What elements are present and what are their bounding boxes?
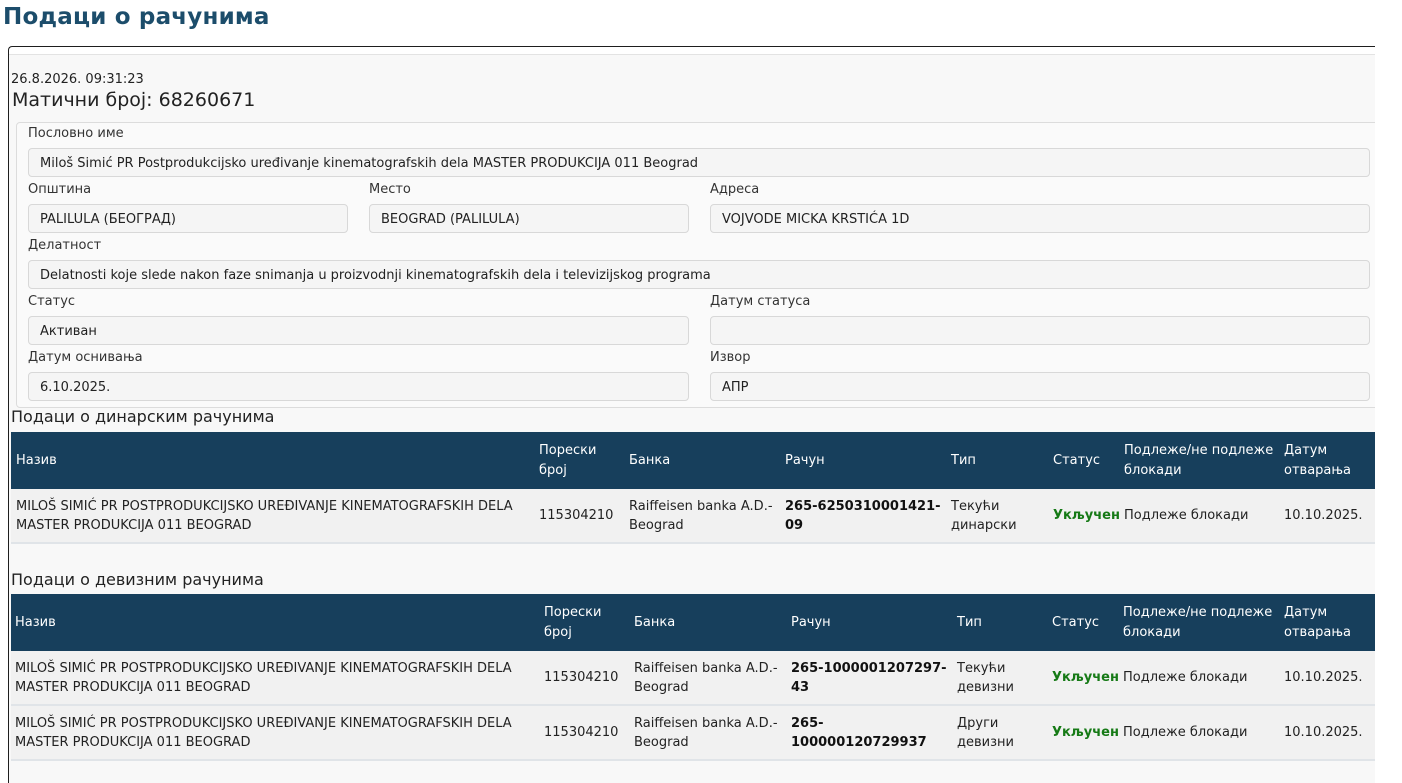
header-tip[interactable]: Тип	[951, 432, 1041, 489]
cell-naziv: MILOŠ SIMIĆ PR POSTPRODUKCIJSKO UREĐIVAN…	[15, 660, 512, 695]
table-row[interactable]: MILOŠ SIMIĆ PR POSTPRODUKCIJSKO UREĐIVAN…	[11, 489, 1375, 544]
company-info-card: Пословно име Miloš Simić PR Postprodukci…	[16, 122, 1375, 408]
opstina-label: Општина	[28, 182, 92, 197]
cell-banka: Raiffeisen banka A.D.-Beograd	[634, 660, 778, 695]
cell-banka: Raiffeisen banka A.D.-Beograd	[634, 715, 778, 750]
datum-osnivanja-label: Датум оснивања	[28, 350, 143, 365]
header-blokada[interactable]: Подлеже/не подлеже блокади	[1124, 432, 1274, 489]
header-status[interactable]: Статус	[1053, 432, 1119, 489]
header-banka[interactable]: Банка	[629, 432, 769, 489]
table-row[interactable]: MILOŠ SIMIĆ PR POSTPRODUKCIJSKO UREĐIVAN…	[11, 706, 1375, 761]
datum-statusa-label: Датум статуса	[710, 294, 811, 309]
cell-blokada: Подлеже блокади	[1123, 725, 1248, 740]
cell-datum-otvaranja: 10.10.2025.	[1284, 508, 1363, 523]
devizni-table: Назив Порески број Банка Рачун Тип Стату…	[11, 594, 1375, 764]
header-poreski-broj[interactable]: Порески број	[539, 432, 619, 489]
cell-poreski-broj: 115304210	[539, 508, 614, 523]
status-label: Статус	[28, 294, 76, 309]
cell-datum-otvaranja: 10.10.2025.	[1284, 725, 1363, 740]
devizni-section-title: Подаци о девизним рачунима	[11, 570, 264, 589]
mesto-field[interactable]: BEOGRAD (PALILULA)	[369, 204, 689, 233]
header-blokada[interactable]: Подлеже/не подлеже блокади	[1123, 594, 1273, 651]
header-datum-otvaranja[interactable]: Датум отварања	[1284, 594, 1364, 651]
adresa-field[interactable]: VOJVODE MICKA KRSTIĆA 1D	[710, 204, 1370, 233]
devizni-table-header: Назив Порески број Банка Рачун Тип Стату…	[11, 594, 1375, 651]
opstina-field[interactable]: PALILULA (БЕОГРАД)	[28, 204, 348, 233]
maticni-broj-label: Матични број:	[12, 89, 153, 111]
account-data-panel: 26.8.2026. 09:31:23 Матични број: 682606…	[8, 46, 1375, 783]
header-naziv[interactable]: Назив	[15, 594, 525, 651]
cell-racun[interactable]: 265-6250310001421-09	[785, 489, 951, 542]
cell-banka: Raiffeisen banka A.D.-Beograd	[629, 498, 773, 533]
poslovno-ime-label: Пословно име	[28, 126, 124, 141]
status-field[interactable]: Активан	[28, 316, 689, 345]
cell-racun[interactable]: 265-100000120729937	[791, 706, 957, 759]
cell-poreski-broj: 115304210	[544, 670, 619, 685]
page-title: Подаци о рачунима	[3, 4, 270, 30]
table-row[interactable]: MILOŠ SIMIĆ PR POSTPRODUKCIJSKO UREĐIVAN…	[11, 651, 1375, 706]
dinarski-table-header: Назив Порески број Банка Рачун Тип Стату…	[11, 432, 1375, 489]
cell-naziv: MILOŠ SIMIĆ PR POSTPRODUKCIJSKO UREĐIVAN…	[16, 498, 513, 533]
dinarski-section-title: Подаци о динарским рачунима	[11, 407, 275, 426]
mesto-label: Место	[369, 182, 411, 197]
header-datum-otvaranja[interactable]: Датум отварања	[1284, 432, 1364, 489]
maticni-broj: Матични број: 68260671	[12, 89, 255, 111]
timestamp: 26.8.2026. 09:31:23	[11, 72, 144, 87]
header-naziv[interactable]: Назив	[16, 432, 526, 489]
header-status[interactable]: Статус	[1052, 594, 1118, 651]
status-badge: Укључен	[1052, 725, 1119, 740]
datum-statusa-field[interactable]	[710, 316, 1370, 345]
cell-tip: Други девизни	[957, 715, 1014, 750]
delatnost-label: Делатност	[28, 238, 102, 253]
header-banka[interactable]: Банка	[634, 594, 774, 651]
izvor-label: Извор	[710, 350, 751, 365]
poslovno-ime-field[interactable]: Miloš Simić PR Postprodukcijsko uređivan…	[28, 148, 1370, 177]
cell-poreski-broj: 115304210	[544, 725, 619, 740]
cell-tip: Текући девизни	[957, 660, 1014, 695]
panel-content: 26.8.2026. 09:31:23 Матични број: 682606…	[9, 54, 1375, 783]
cell-racun[interactable]: 265-1000001207297-43	[791, 651, 957, 704]
cell-datum-otvaranja: 10.10.2025.	[1284, 670, 1363, 685]
maticni-broj-value: 68260671	[158, 89, 256, 111]
cell-blokada: Подлеже блокади	[1123, 670, 1248, 685]
cell-tip: Текући динарски	[951, 498, 1017, 533]
datum-osnivanja-field[interactable]: 6.10.2025.	[28, 372, 689, 401]
header-racun[interactable]: Рачун	[785, 432, 935, 489]
izvor-field[interactable]: АПР	[710, 372, 1370, 401]
header-tip[interactable]: Тип	[957, 594, 1047, 651]
cell-blokada: Подлеже блокади	[1124, 508, 1249, 523]
header-racun[interactable]: Рачун	[791, 594, 941, 651]
status-badge: Укључен	[1053, 508, 1120, 523]
header-poreski-broj[interactable]: Порески број	[544, 594, 624, 651]
delatnost-field[interactable]: Delatnosti koje slede nakon faze snimanj…	[28, 260, 1370, 289]
status-badge: Укључен	[1052, 670, 1119, 685]
adresa-label: Адреса	[710, 182, 760, 197]
dinarski-table: Назив Порески број Банка Рачун Тип Стату…	[11, 432, 1375, 544]
cell-naziv: MILOŠ SIMIĆ PR POSTPRODUKCIJSKO UREĐIVAN…	[15, 715, 512, 750]
